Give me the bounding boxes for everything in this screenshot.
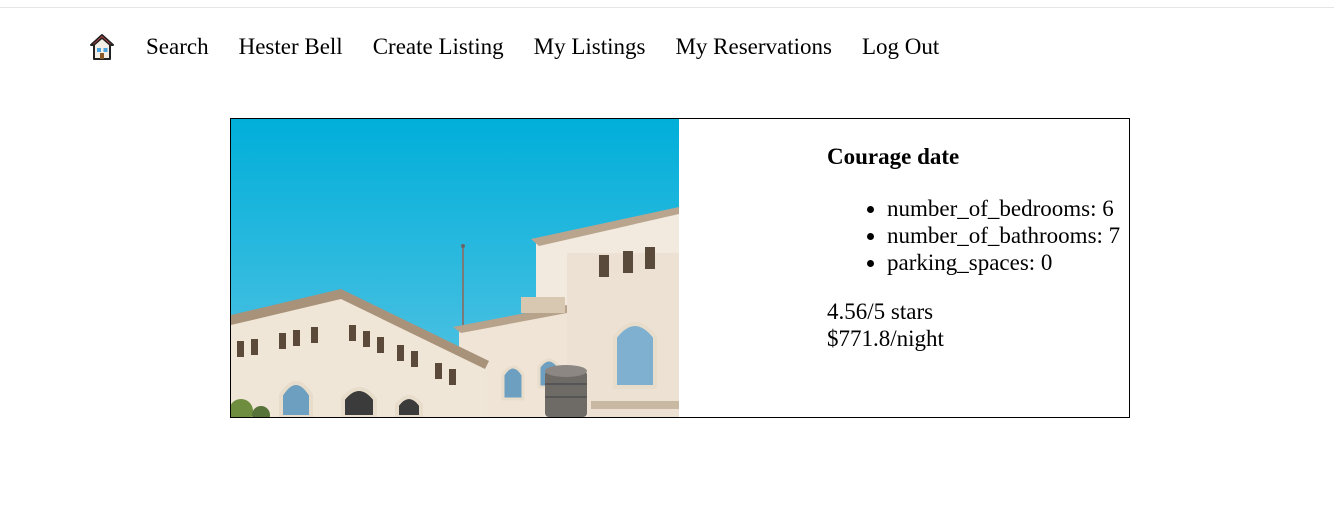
house-icon	[90, 34, 114, 60]
listing-rating: 4.56/5 stars	[827, 299, 934, 324]
listing-photo	[231, 119, 679, 417]
listing-details: Courage date number_of_bedrooms: 6 numbe…	[827, 145, 1129, 352]
listing-card[interactable]: Courage date number_of_bedrooms: 6 numbe…	[230, 118, 1130, 418]
feature-list: number_of_bedrooms: 6 number_of_bathroom…	[827, 195, 1129, 276]
nav-search[interactable]: Search	[146, 34, 209, 60]
listing-title[interactable]: Courage date	[827, 145, 1129, 169]
feature-bedrooms: number_of_bedrooms: 6	[887, 195, 1129, 222]
nav-my-listings[interactable]: My Listings	[534, 34, 646, 60]
home-link[interactable]	[88, 30, 116, 64]
nav-create-listing[interactable]: Create Listing	[373, 34, 504, 60]
listing-price: $771.8/night	[827, 326, 944, 351]
top-navigation: Search Hester Bell Create Listing My Lis…	[88, 30, 969, 64]
nav-log-out[interactable]: Log Out	[862, 34, 939, 60]
nav-my-reservations[interactable]: My Reservations	[675, 34, 832, 60]
feature-parking: parking_spaces: 0	[887, 249, 1129, 276]
nav-user-profile[interactable]: Hester Bell	[239, 34, 343, 60]
top-divider	[0, 7, 1334, 8]
feature-bathrooms: number_of_bathrooms: 7	[887, 222, 1129, 249]
